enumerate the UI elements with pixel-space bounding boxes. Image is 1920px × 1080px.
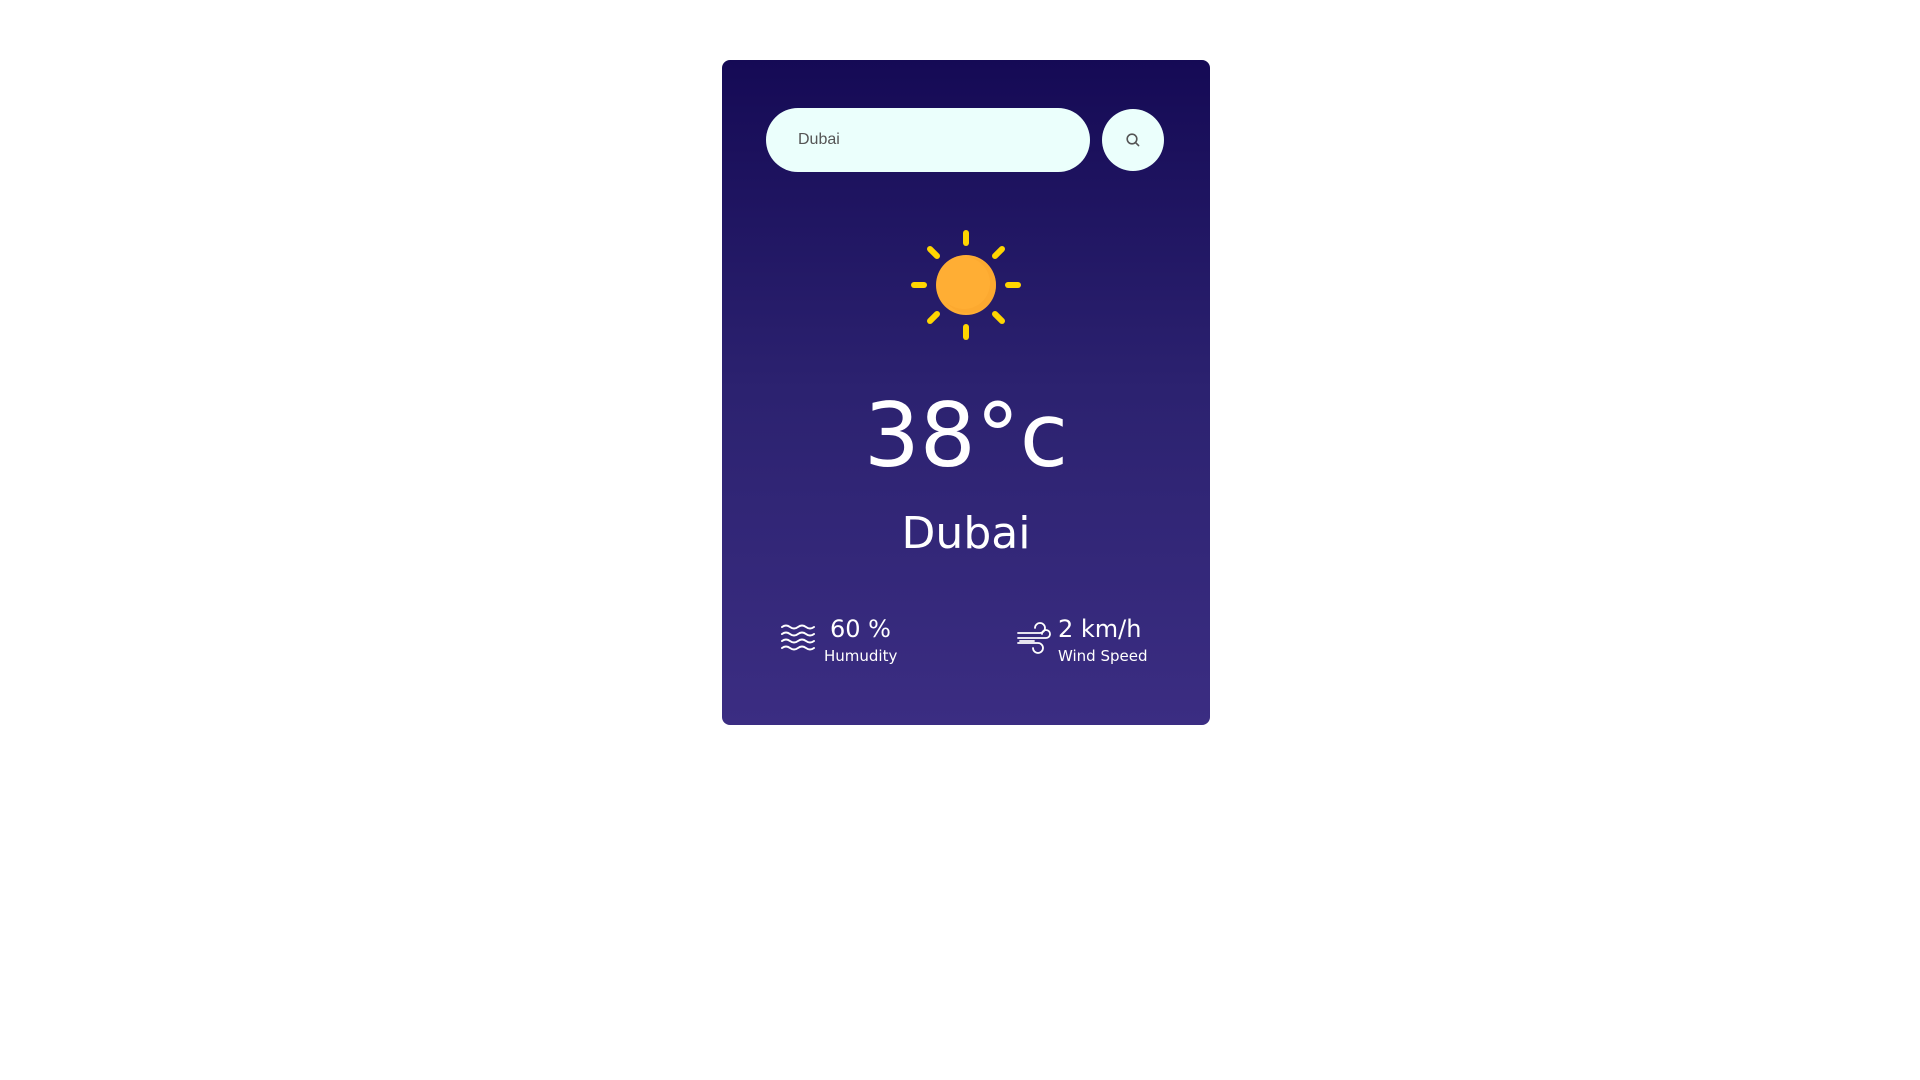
- search-input[interactable]: [766, 108, 1090, 172]
- wind-icon: [1017, 622, 1051, 654]
- search-button[interactable]: [1102, 109, 1164, 171]
- search-icon: [1126, 133, 1140, 147]
- temperature: 38°c: [863, 384, 1069, 487]
- city-name: Dubai: [901, 508, 1031, 559]
- weather-details: 60 % Humudity 2 km/h Wind Speed: [722, 615, 1210, 675]
- wind-value: 2 km/h: [1058, 615, 1142, 643]
- search-bar: [766, 108, 1166, 172]
- humidity-value: 60 %: [830, 615, 891, 643]
- weather-card: 38°c Dubai 60 % Humudity: [722, 60, 1210, 725]
- humidity-icon: [781, 624, 815, 651]
- sun-icon: [911, 230, 1021, 340]
- wind-label: Wind Speed: [1058, 647, 1148, 665]
- humidity-label: Humudity: [824, 647, 898, 665]
